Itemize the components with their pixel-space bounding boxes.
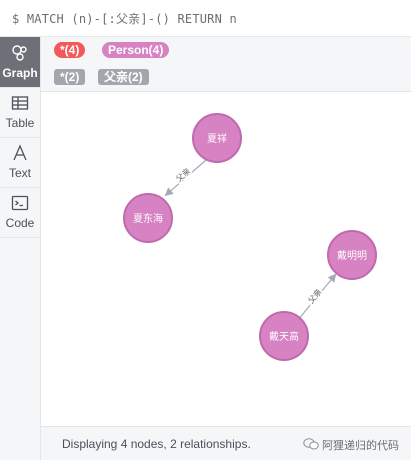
relationship-type-legend: *(2) 父亲(2) — [41, 64, 411, 92]
code-icon — [11, 195, 29, 211]
sidebar-item-table[interactable]: Table — [0, 87, 40, 138]
graph-node[interactable]: 戴天高 — [259, 311, 309, 361]
graph-icon — [12, 45, 27, 61]
text-icon — [13, 144, 27, 161]
sidebar-item-text[interactable]: Text — [0, 137, 40, 188]
relationship-label: 父亲 — [174, 166, 193, 184]
status-text: Displaying 4 nodes, 2 relationships. — [62, 437, 251, 451]
table-icon — [11, 96, 29, 110]
graph-node[interactable]: 夏东海 — [123, 193, 173, 243]
node-label-legend: *(4) Person(4) — [41, 37, 411, 65]
sidebar-item-label: Text — [8, 166, 31, 180]
graph-canvas[interactable]: 父亲 父亲 夏祥 夏东海 戴明明 戴天高 — [41, 92, 411, 426]
node-caption: 戴明明 — [337, 249, 367, 262]
node-caption: 戴天高 — [269, 330, 299, 343]
sidebar-item-label: Table — [5, 116, 35, 130]
sidebar-item-label: Code — [5, 216, 35, 230]
watermark-text: 阿狸递归的代码 — [322, 440, 399, 452]
sidebar-item-label: Graph — [2, 66, 38, 80]
graph-svg[interactable]: 父亲 父亲 夏祥 夏东海 戴明明 戴天高 — [41, 92, 411, 426]
node-caption: 夏祥 — [207, 132, 227, 145]
relationship-label: 父亲 — [306, 287, 324, 306]
legend-person-label[interactable]: Person(4) — [102, 42, 170, 58]
graph-node[interactable]: 戴明明 — [327, 230, 377, 280]
legend-all-relationships[interactable]: *(2) — [54, 69, 86, 85]
graph-node[interactable]: 夏祥 — [192, 113, 242, 163]
wechat-icon — [303, 438, 319, 450]
relationship-edge[interactable]: 父亲 — [298, 273, 337, 319]
sidebar-item-graph[interactable]: Graph — [0, 37, 40, 88]
query-text[interactable]: $ MATCH (n)-[:父亲]-() RETURN n — [12, 10, 237, 27]
view-sidebar: Graph Table Text Code — [0, 37, 41, 460]
node-caption: 夏东海 — [133, 212, 163, 225]
relationship-edge[interactable]: 父亲 — [164, 159, 207, 197]
watermark: 阿狸递归的代码 — [303, 437, 399, 453]
legend-all-nodes[interactable]: *(4) — [54, 42, 86, 58]
status-footer: Displaying 4 nodes, 2 relationships. 阿狸递… — [41, 426, 411, 460]
query-bar[interactable]: $ MATCH (n)-[:父亲]-() RETURN n — [0, 0, 411, 37]
legend-father-relationship[interactable]: 父亲(2) — [98, 69, 149, 85]
sidebar-item-code[interactable]: Code — [0, 187, 40, 238]
neo4j-result-frame: $ MATCH (n)-[:父亲]-() RETURN n Graph Tabl… — [0, 0, 411, 460]
